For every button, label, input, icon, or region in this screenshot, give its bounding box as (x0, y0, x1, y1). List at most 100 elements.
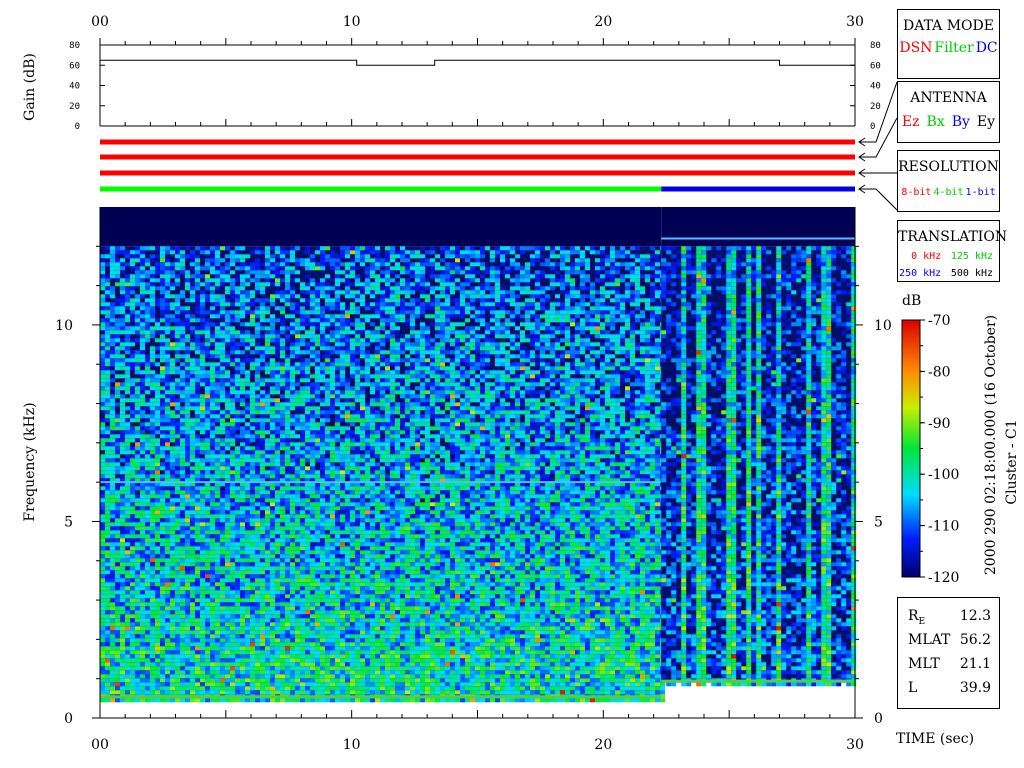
spectrogram-cell (125, 330, 130, 335)
spectrogram-cell (210, 530, 215, 535)
spectrogram-cell (185, 246, 190, 251)
spectrogram-cell (320, 586, 325, 591)
spectrogram-cell (165, 390, 170, 395)
spectrogram-cell (230, 302, 235, 307)
spectrogram-cell (210, 298, 215, 303)
spectrogram-cell (120, 642, 125, 647)
spectrogram-cell (155, 338, 160, 343)
spectrogram-cell (295, 278, 300, 283)
spectrogram-cell (100, 474, 105, 479)
spectrogram-cell (315, 510, 320, 515)
spectrogram-cell (290, 666, 295, 671)
spectrogram-cell (135, 254, 140, 259)
spectrogram-cell (240, 382, 245, 387)
spectrogram-cell (285, 438, 290, 443)
spectrogram-cell (130, 574, 135, 579)
spectrogram-cell (295, 578, 300, 583)
spectrogram-cell (245, 638, 250, 643)
spectrogram-cell (300, 318, 305, 323)
spectrogram-cell (310, 638, 315, 643)
spectrogram-cell (230, 330, 235, 335)
spectrogram-cell (150, 406, 155, 411)
spectrogram-cell (165, 318, 170, 323)
spectrogram-cell (140, 646, 145, 651)
spectrogram-cell (150, 258, 155, 263)
spectrogram-cell (115, 538, 120, 543)
spectrogram-cell (300, 578, 305, 583)
spectrogram-cell (320, 514, 325, 519)
spectrogram-cell (110, 670, 115, 675)
spectrogram-cell (155, 474, 160, 479)
spectrogram-cell (145, 426, 150, 431)
spectrogram-cell (110, 442, 115, 447)
spectrogram-cell (265, 670, 270, 675)
spectrogram-cell (220, 346, 225, 351)
spectrogram-cell (260, 698, 265, 703)
spectrogram-cell (110, 522, 115, 527)
spectrogram-cell (155, 582, 160, 587)
spectrogram-cell (230, 594, 235, 599)
spectrogram-cell (295, 322, 300, 327)
spectrogram-cell (100, 686, 105, 691)
spectrogram-cell (320, 642, 325, 647)
spectrogram-cell (265, 266, 270, 271)
spectrogram-cell (115, 262, 120, 267)
spectrogram-cell (275, 658, 280, 663)
spectrogram-cell (305, 522, 310, 527)
spectrogram-cell (325, 294, 330, 299)
spectrogram-cell (255, 470, 260, 475)
spectrogram-cell (205, 458, 210, 463)
spectrogram-cell (285, 558, 290, 563)
spectrogram-cell (235, 418, 240, 423)
spectrogram-cell (275, 282, 280, 287)
spectrogram-cell (140, 402, 145, 407)
spectrogram-cell (120, 514, 125, 519)
spectrogram-cell (235, 358, 240, 363)
spectrogram-cell (300, 378, 305, 383)
spectrogram-cell (310, 586, 315, 591)
spectrogram-cell (245, 614, 250, 619)
spectrogram-cell (210, 246, 215, 251)
spectrogram-cell (255, 446, 260, 451)
spectrogram-cell (315, 362, 320, 367)
spectrogram-cell (320, 682, 325, 687)
spectrogram-cell (260, 526, 265, 531)
spectrogram-cell (270, 634, 275, 639)
spectrogram-cell (230, 546, 235, 551)
spectrogram-cell (295, 654, 300, 659)
spectrogram-cell (290, 382, 295, 387)
spectrogram-cell (260, 282, 265, 287)
spectrogram-cell (275, 514, 280, 519)
spectrogram-cell (210, 446, 215, 451)
spectrogram-cell (235, 530, 240, 535)
spectrogram-cell (270, 246, 275, 251)
spectrogram-cell (320, 622, 325, 627)
spectrogram-cell (200, 322, 205, 327)
spectrogram-cell (255, 498, 260, 503)
spectrogram-cell (140, 398, 145, 403)
spectrogram-cell (175, 682, 180, 687)
spectrogram-cell (310, 686, 315, 691)
spectrogram-cell (175, 314, 180, 319)
spectrogram-cell (290, 534, 295, 539)
spectrogram-cell (105, 474, 110, 479)
spectrogram-cell (235, 446, 240, 451)
spectrogram-cell (165, 290, 170, 295)
spectrogram-cell (320, 442, 325, 447)
spectrogram-cell (180, 258, 185, 263)
spectrogram-cell (210, 394, 215, 399)
spectrogram-cell (100, 358, 105, 363)
spectrogram-cell (270, 418, 275, 423)
spectrogram-cell (220, 626, 225, 631)
spectrogram-cell (135, 410, 140, 415)
spectrogram-cell (115, 362, 120, 367)
spectrogram-cell (125, 458, 130, 463)
spectrogram-cell (260, 666, 265, 671)
spectrogram-cell (305, 362, 310, 367)
spectrogram-cell (325, 622, 330, 627)
spectrogram-cell (250, 602, 255, 607)
spectrogram-cell (110, 354, 115, 359)
spectrogram-cell (150, 586, 155, 591)
spectrogram-cell (175, 378, 180, 383)
spectrogram-cell (270, 502, 275, 507)
